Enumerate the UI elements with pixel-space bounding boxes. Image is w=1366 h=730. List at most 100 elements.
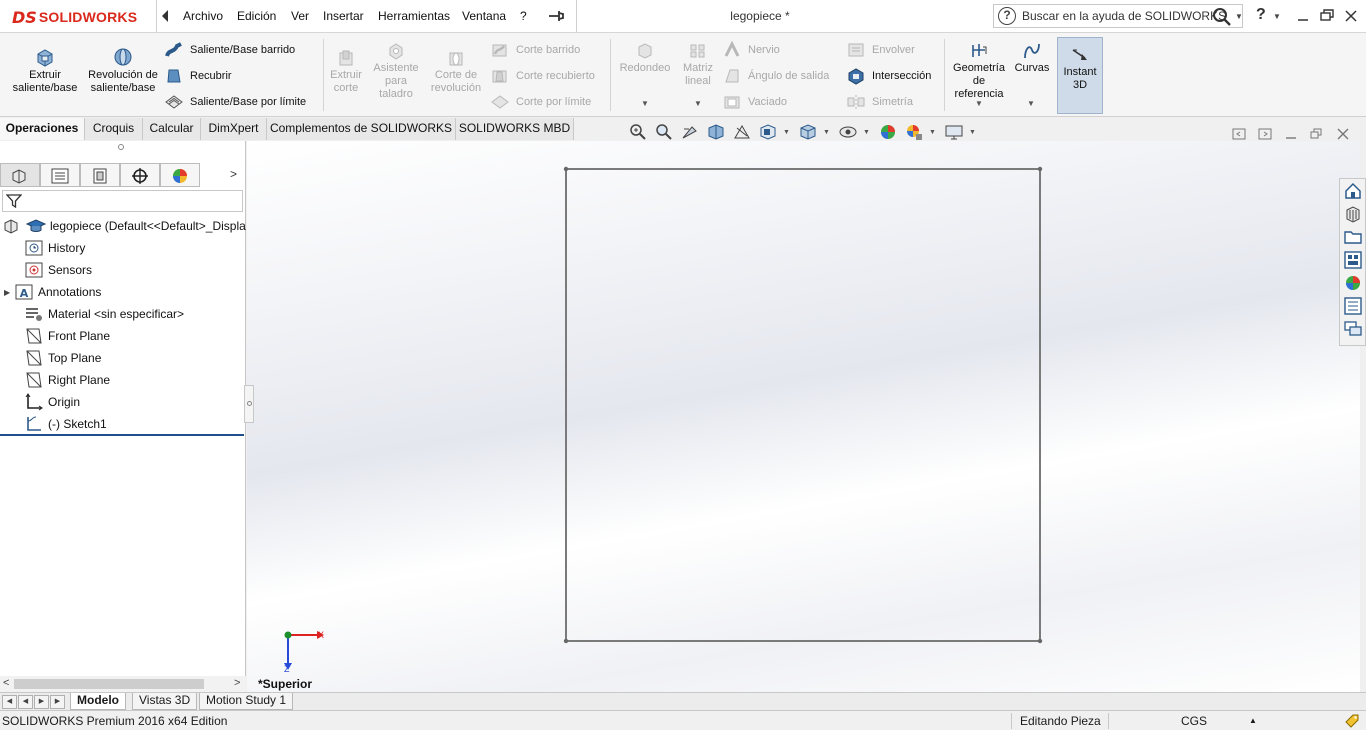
tab-croquis[interactable]: Croquis — [85, 118, 143, 140]
instant-3d-button[interactable]: Instant 3D — [1057, 37, 1103, 114]
previous-view-icon[interactable] — [680, 123, 700, 141]
scroll-left-icon[interactable]: < — [3, 677, 9, 689]
tree-item-front-plane[interactable]: Front Plane — [0, 325, 246, 347]
units-menu-arrow-icon[interactable]: ▲ — [1249, 716, 1257, 725]
corte-limite-button[interactable]: Corte por límite — [490, 92, 591, 112]
panel-splitter[interactable] — [244, 385, 254, 423]
chevron-right-icon[interactable]: > — [230, 167, 237, 181]
chevron-down-icon[interactable]: ▼ — [641, 99, 649, 108]
tree-item-annotations[interactable]: ▶ A Annotations — [0, 281, 246, 303]
envolver-button[interactable]: Envolver — [846, 40, 915, 60]
saliente-base-barrido-button[interactable]: Saliente/Base barrido — [164, 40, 295, 60]
tab-modelo[interactable]: Modelo — [70, 693, 126, 710]
curvas-button[interactable]: Curvas — [1012, 42, 1052, 75]
rebuild-tag-icon[interactable] — [1344, 713, 1360, 729]
display-style-icon[interactable] — [798, 123, 818, 141]
design-library-icon[interactable] — [1343, 204, 1363, 224]
interseccion-button[interactable]: Intersección — [846, 66, 931, 86]
view-palette-icon[interactable] — [1343, 250, 1363, 270]
help-button[interactable]: ? — [1256, 6, 1266, 24]
dynamic-annotation-icon[interactable] — [732, 123, 752, 141]
menu-archivo[interactable]: Archivo — [183, 9, 223, 23]
first-tab-icon[interactable]: ◀ — [2, 695, 17, 709]
chevron-down-icon[interactable]: ▼ — [823, 129, 830, 136]
search-box[interactable]: ? Buscar en la ayuda de SOLIDWORKS — [993, 4, 1243, 28]
sketch-point[interactable] — [1037, 638, 1043, 644]
zoom-to-fit-icon[interactable] — [628, 123, 648, 141]
recubrir-button[interactable]: Recubrir — [164, 66, 232, 86]
corte-recubierto-button[interactable]: Corte recubierto — [490, 66, 595, 86]
prev-tab-icon[interactable]: ◀ — [18, 695, 33, 709]
geometria-referencia-button[interactable]: Geometría de referencia — [948, 42, 1010, 101]
home-icon[interactable] — [1343, 181, 1363, 201]
minimize-icon[interactable] — [1284, 127, 1298, 141]
redondeo-button[interactable]: Redondeo — [614, 42, 676, 75]
viewport-prev-icon[interactable] — [1232, 127, 1246, 141]
chevron-down-icon[interactable]: ▼ — [1235, 12, 1243, 21]
tab-solidworks-mbd[interactable]: SOLIDWORKS MBD — [456, 118, 574, 140]
chevron-down-icon[interactable]: ▼ — [975, 99, 983, 108]
corte-barrido-button[interactable]: Corte barrido — [490, 40, 580, 60]
close-icon[interactable] — [1336, 127, 1350, 141]
menu-collapse-arrow-icon[interactable] — [160, 9, 170, 23]
custom-properties-icon[interactable] — [1343, 296, 1363, 316]
close-icon[interactable] — [1340, 6, 1362, 26]
scroll-thumb[interactable] — [14, 679, 204, 689]
section-view-icon[interactable] — [706, 123, 726, 141]
chevron-down-icon[interactable]: ▼ — [694, 99, 702, 108]
tab-propertymanager[interactable] — [40, 163, 80, 187]
restore-icon[interactable] — [1309, 127, 1323, 141]
tree-item-sensors[interactable]: Sensors — [0, 259, 246, 281]
revolucion-saliente-base-button[interactable]: Revolución de saliente/base — [86, 47, 160, 95]
tree-filter-box[interactable] — [2, 190, 243, 212]
sketch-point[interactable] — [563, 166, 569, 172]
sketch-rectangle[interactable] — [565, 168, 1041, 642]
appearance-icon[interactable] — [1343, 273, 1363, 293]
chevron-down-icon[interactable]: ▼ — [863, 129, 870, 136]
rollback-bar[interactable] — [0, 434, 244, 436]
graphics-area[interactable]: X Z *Superior — [247, 141, 1360, 692]
pin-icon[interactable] — [548, 9, 566, 23]
tree-item-right-plane[interactable]: Right Plane — [0, 369, 246, 391]
chevron-down-icon[interactable]: ▼ — [969, 129, 976, 136]
tab-complementos[interactable]: Complementos de SOLIDWORKS — [267, 118, 456, 140]
viewport-next-icon[interactable] — [1258, 127, 1272, 141]
edit-appearance-icon[interactable] — [878, 123, 898, 141]
zoom-to-area-icon[interactable] — [654, 123, 674, 141]
view-settings-icon[interactable] — [944, 123, 964, 141]
folder-icon[interactable] — [1343, 227, 1363, 247]
tab-featuremanager[interactable] — [0, 163, 40, 187]
extruir-corte-button[interactable]: Extruir corte — [326, 49, 366, 95]
tab-calcular[interactable]: Calcular — [143, 118, 201, 140]
angulo-salida-button[interactable]: Ángulo de salida — [722, 66, 829, 86]
menu-edicion[interactable]: Edición — [237, 9, 276, 23]
search-input[interactable]: Buscar en la ayuda de SOLIDWORKS — [1022, 9, 1226, 23]
vaciado-button[interactable]: Vaciado — [722, 92, 787, 112]
view-orientation-icon[interactable] — [758, 123, 778, 141]
nervio-button[interactable]: Nervio — [722, 40, 780, 60]
tree-item-sketch1[interactable]: (-) Sketch1 — [0, 413, 246, 435]
tab-dimxpertmanager[interactable] — [120, 163, 160, 187]
menu-ver[interactable]: Ver — [291, 9, 309, 23]
horizontal-scrollbar[interactable]: < > — [0, 676, 246, 692]
sketch-point[interactable] — [1037, 166, 1043, 172]
tab-vistas-3d[interactable]: Vistas 3D — [132, 693, 198, 710]
expand-arrow-icon[interactable]: ▶ — [4, 288, 14, 297]
extruir-saliente-base-button[interactable]: Extruir saliente/base — [8, 47, 82, 95]
saliente-base-limite-button[interactable]: Saliente/Base por límite — [164, 92, 306, 112]
menu-ventana[interactable]: Ventana — [462, 9, 506, 23]
tree-item-origin[interactable]: Origin — [0, 391, 246, 413]
menu-herramientas[interactable]: Herramientas — [378, 9, 450, 23]
tab-displaymanager[interactable] — [160, 163, 200, 187]
unit-system[interactable]: CGS — [1181, 714, 1207, 728]
tab-operaciones[interactable]: Operaciones — [0, 118, 85, 140]
forum-icon[interactable] — [1343, 319, 1363, 339]
tab-configurationmanager[interactable] — [80, 163, 120, 187]
chevron-down-icon[interactable]: ▼ — [1273, 12, 1281, 21]
corte-revolucion-button[interactable]: Corte de revolución — [426, 49, 486, 95]
chevron-down-icon[interactable]: ▼ — [929, 129, 936, 136]
restore-icon[interactable] — [1316, 6, 1338, 26]
tree-item-material[interactable]: Material <sin especificar> — [0, 303, 246, 325]
apply-scene-icon[interactable] — [904, 123, 924, 141]
menu-help[interactable]: ? — [520, 9, 527, 23]
